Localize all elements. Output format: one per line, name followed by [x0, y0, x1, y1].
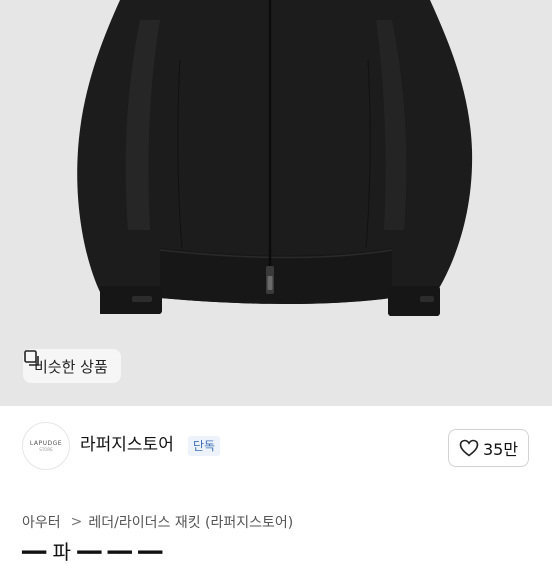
breadcrumb-subcategory[interactable]: 레더/라이더스 재킷 (라퍼지스토어) — [88, 512, 293, 532]
like-count: 35만 — [482, 440, 519, 459]
store-name[interactable]: 라퍼지스토어 — [80, 434, 174, 456]
like-button[interactable]: 35만 — [448, 429, 529, 467]
similar-items-label: 비슷한 상품 — [34, 357, 108, 376]
breadcrumb-separator: > — [70, 514, 83, 530]
similar-items-icon — [24, 350, 39, 366]
exclusive-badge: 단독 — [188, 436, 221, 456]
heart-icon — [459, 439, 479, 457]
product-image[interactable]: 비슷한 상품 — [0, 0, 552, 406]
breadcrumb: 아우터 > 레더/라이더스 재킷 (라퍼지스토어) — [22, 512, 293, 532]
store-logo-text: LAPUDGE — [29, 440, 63, 447]
product-title: ━━ 파 ━━ ━━ ━━ — [22, 540, 163, 564]
similar-items-button[interactable]: 비슷한 상품 — [23, 349, 121, 383]
store-logo-sub: STORE — [39, 447, 53, 452]
store-row[interactable]: LAPUDGE STORE 라퍼지스토어 단독 35만 — [0, 406, 552, 488]
jacket-photo — [77, 0, 473, 316]
store-logo[interactable]: LAPUDGE STORE — [22, 422, 70, 470]
breadcrumb-category[interactable]: 아우터 — [22, 512, 61, 532]
